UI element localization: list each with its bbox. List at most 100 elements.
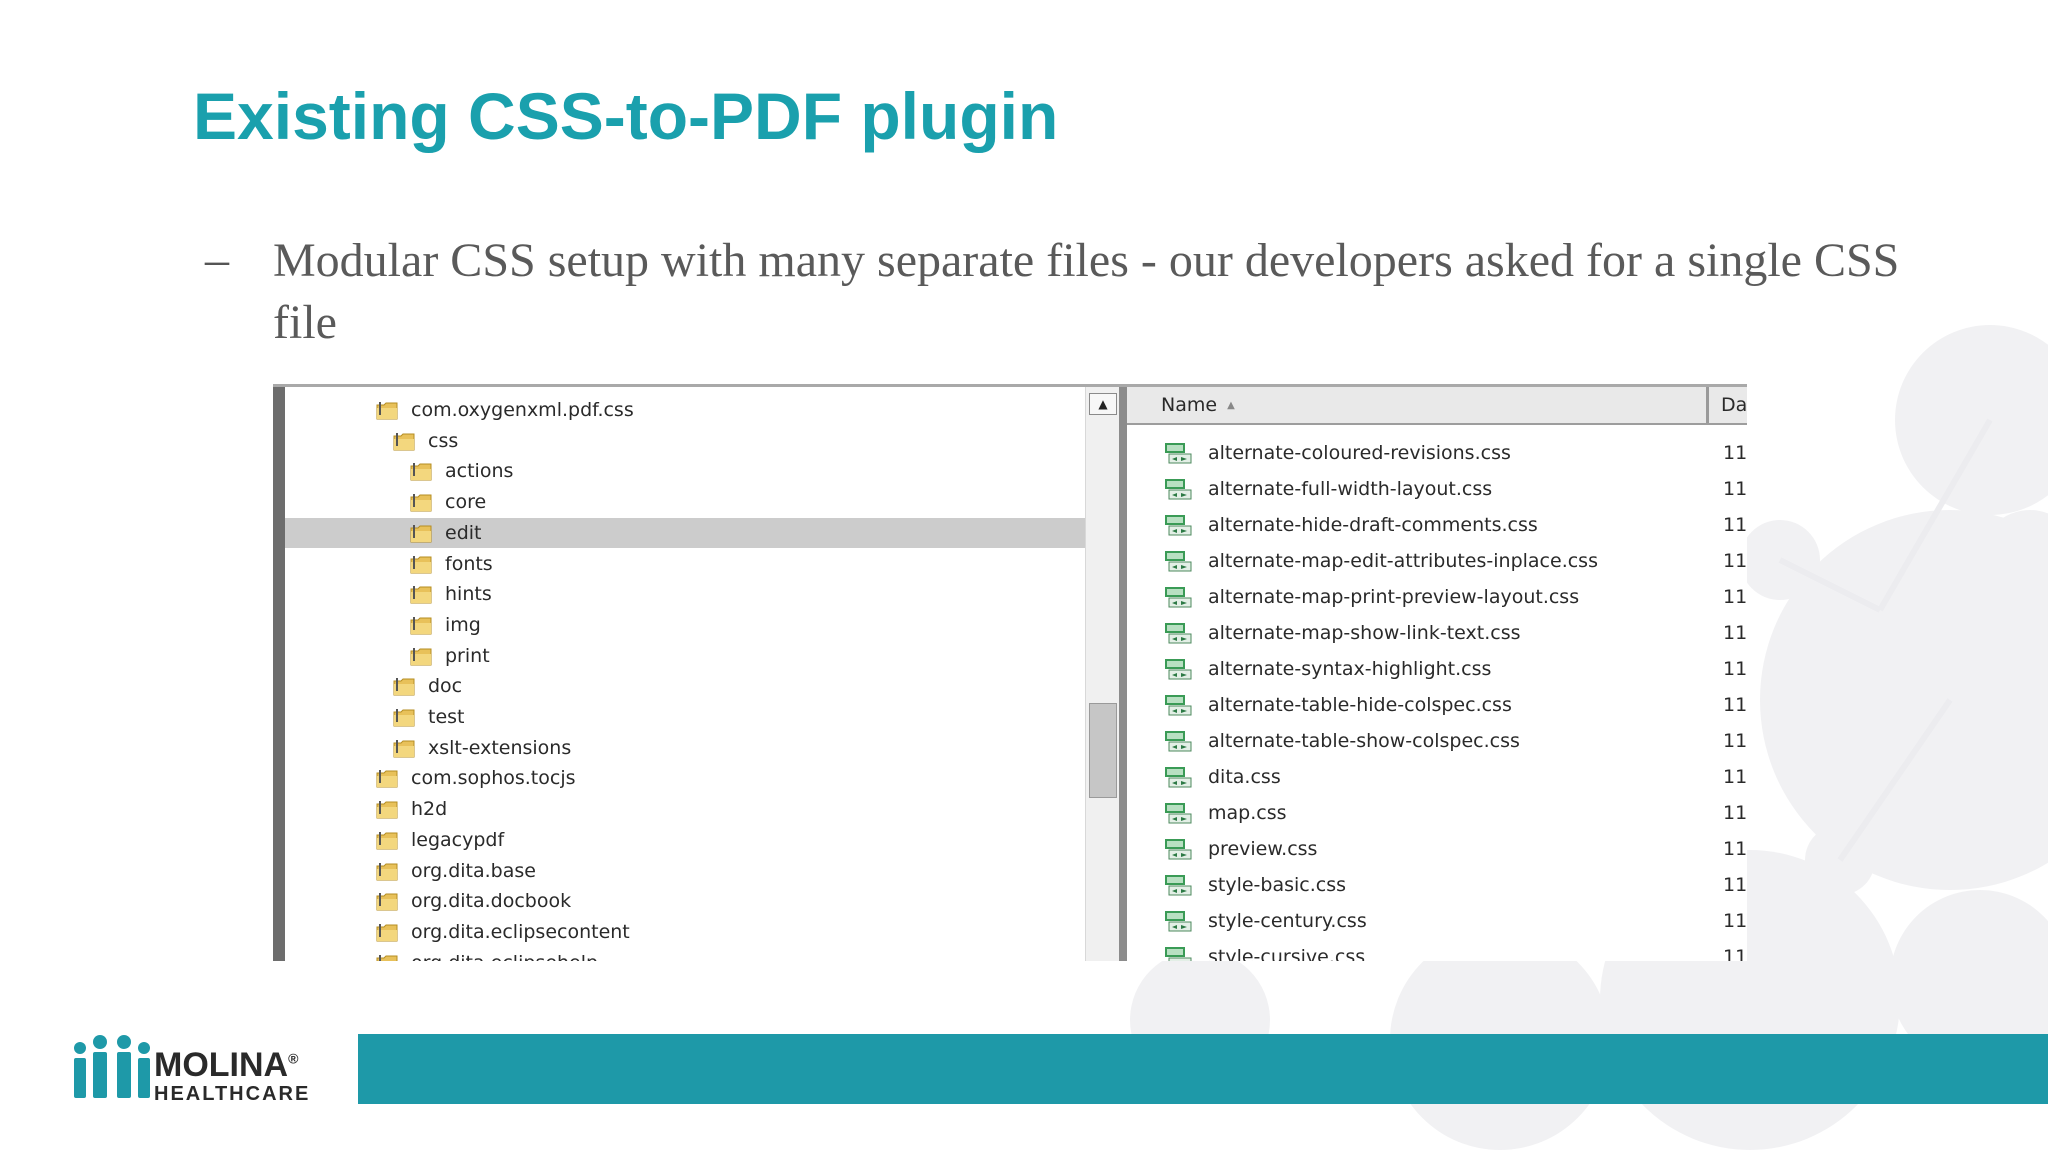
tree-item-label: edit [445,521,482,544]
tree-item[interactable]: print [285,641,1085,671]
people-logo-icon [74,1035,150,1098]
tree-item[interactable]: edit [285,517,1085,548]
file-name: style-cursive.css [1208,946,1366,961]
pane-divider[interactable] [1119,387,1127,961]
css-file-icon [1165,947,1192,961]
logo-text-healthcare: HEALTHCARE [154,1083,311,1105]
folder-icon [376,923,398,942]
file-date-modified: 11/28/2015 6:40 PM [1723,658,1747,680]
file-explorer-screenshot: com.oxygenxml.pdf.css css actions core edit f… [273,384,1747,961]
file-row[interactable]: alternate-map-show-link-text.css 11/28/20… [1127,617,1747,649]
tree-item[interactable]: hints [285,579,1085,609]
tree-item-label: org.dita.docbook [411,890,572,913]
file-row[interactable]: alternate-hide-draft-comments.css 11/28/2… [1127,509,1747,541]
css-file-icon [1165,515,1192,536]
file-name: alternate-coloured-revisions.css [1208,442,1511,464]
file-row[interactable]: alternate-map-edit-attributes-inplace.cs… [1127,545,1747,577]
tree-item[interactable]: legacypdf [285,825,1085,855]
tree-item-label: print [445,644,490,667]
tree-scrollbar[interactable]: ▲ [1085,387,1120,961]
file-row[interactable]: preview.css11/28/2015 6:40 PMCasc [1127,833,1747,865]
tree-item-label: doc [428,675,463,698]
column-header-date[interactable]: Date modified [1709,387,1747,423]
file-name: alternate-full-width-layout.css [1208,478,1493,500]
tree-item[interactable]: actions [285,456,1085,486]
bullet-text: Modular CSS setup with many separate fil… [273,234,1900,349]
tree-item[interactable]: doc [285,671,1085,701]
column-header-name-label: Name [1161,394,1218,416]
file-name: alternate-map-show-link-text.css [1208,622,1521,644]
file-date-modified: 11/28/2015 6:40 PM [1723,838,1747,860]
tree-item[interactable]: core [285,487,1085,517]
tree-item-label: com.oxygenxml.pdf.css [411,399,634,421]
file-name: alternate-table-hide-colspec.css [1208,694,1512,716]
molina-logo: MOLINA® HEALTHCARE [70,1032,330,1105]
folder-icon [393,709,415,727]
folder-icon [376,862,398,880]
tree-item[interactable]: org.dita.docbook [285,886,1085,916]
css-file-icon [1165,479,1192,500]
css-file-icon [1165,911,1192,932]
file-date-modified: 11/28/2015 6:40 PM [1723,874,1747,896]
tree-item[interactable]: org.dita.eclipsehelp [285,948,1085,961]
css-file-icon [1165,695,1192,716]
file-row[interactable]: dita.css11/28/2015 6:40 PMCasc [1127,761,1747,793]
folder-icon [376,893,398,911]
tree-item-label: org.dita.eclipsecontent [411,920,630,943]
file-row[interactable]: style-basic.css11/28/2015 6:40 PMCasc [1127,869,1747,901]
tree-item[interactable]: xslt-extensions [285,733,1085,763]
file-row[interactable]: alternate-map-print-preview-layout.css 11… [1127,581,1747,613]
tree-item[interactable]: h2d [285,794,1085,824]
css-file-icon [1165,731,1192,752]
file-date-modified: 11/28/2015 6:40 PM [1723,694,1747,716]
css-file-icon [1165,767,1192,788]
folder-icon [376,402,398,420]
tree-item[interactable]: org.dita.eclipsecontent [285,917,1085,947]
file-name: preview.css [1208,838,1318,860]
tree-item[interactable]: test [285,702,1085,732]
css-file-icon [1165,803,1192,824]
folder-icon [410,555,432,573]
file-name: alternate-map-edit-attributes-inplace.cs… [1208,550,1598,572]
folder-tree-pane: com.oxygenxml.pdf.css css actions core edit f… [285,387,1085,961]
tree-item[interactable]: org.dita.base [285,856,1085,886]
tree-item-label: img [445,613,481,636]
scroll-thumb[interactable] [1089,703,1117,798]
folder-icon [393,739,415,758]
tree-item-label: com.sophos.tocjs [411,767,576,790]
file-date-modified: 11/28/2015 6:40 PM [1723,622,1747,644]
folder-icon [410,586,432,604]
file-row[interactable]: map.css11/28/2015 6:40 PMCasc [1127,797,1747,829]
file-row[interactable]: alternate-coloured-revisions.css 11/28/20… [1127,437,1747,469]
file-name: style-century.css [1208,910,1367,932]
tree-item[interactable]: fonts [285,549,1085,579]
css-file-icon [1165,587,1192,608]
folder-icon [410,616,432,635]
file-row[interactable]: style-century.css11/28/2015 6:40 PMCasc [1127,905,1747,937]
tree-item[interactable]: img [285,610,1085,640]
file-row[interactable]: alternate-table-show-colspec.css 11/28/20… [1127,725,1747,757]
file-date-modified: 11/28/2015 6:40 PM [1723,586,1747,608]
folder-icon [376,770,398,788]
scroll-up-arrow-icon[interactable]: ▲ [1089,393,1117,415]
slide-title: Existing CSS-to-PDF plugin [193,79,1059,153]
folder-icon [376,831,398,850]
file-row[interactable]: alternate-table-hide-colspec.css 11/28/20… [1127,689,1747,721]
folder-icon [410,647,432,666]
column-header-date-label: Date modified [1721,394,1747,416]
file-date-modified: 11/28/2015 6:40 PM [1723,802,1747,824]
tree-item-label: fonts [445,552,493,575]
file-row[interactable]: alternate-full-width-layout.css 11/28/201… [1127,473,1747,505]
column-header-name[interactable]: Name ▲ [1127,387,1709,423]
tree-item-label: legacypdf [411,828,505,851]
folder-icon [376,801,398,819]
tree-item[interactable]: com.oxygenxml.pdf.css [285,395,1085,425]
tree-item[interactable]: css [285,426,1085,456]
sort-ascending-icon: ▲ [1227,399,1235,411]
file-name: style-basic.css [1208,874,1347,896]
footer-accent-bar [358,1034,2048,1104]
tree-item[interactable]: com.sophos.tocjs [285,763,1085,793]
file-row[interactable]: style-cursive.css11/28/2015 6:40 PMCasc [1127,941,1747,961]
file-date-modified: 11/28/2015 6:40 PM [1723,442,1747,464]
file-row[interactable]: alternate-syntax-highlight.css 11/28/2015… [1127,653,1747,685]
